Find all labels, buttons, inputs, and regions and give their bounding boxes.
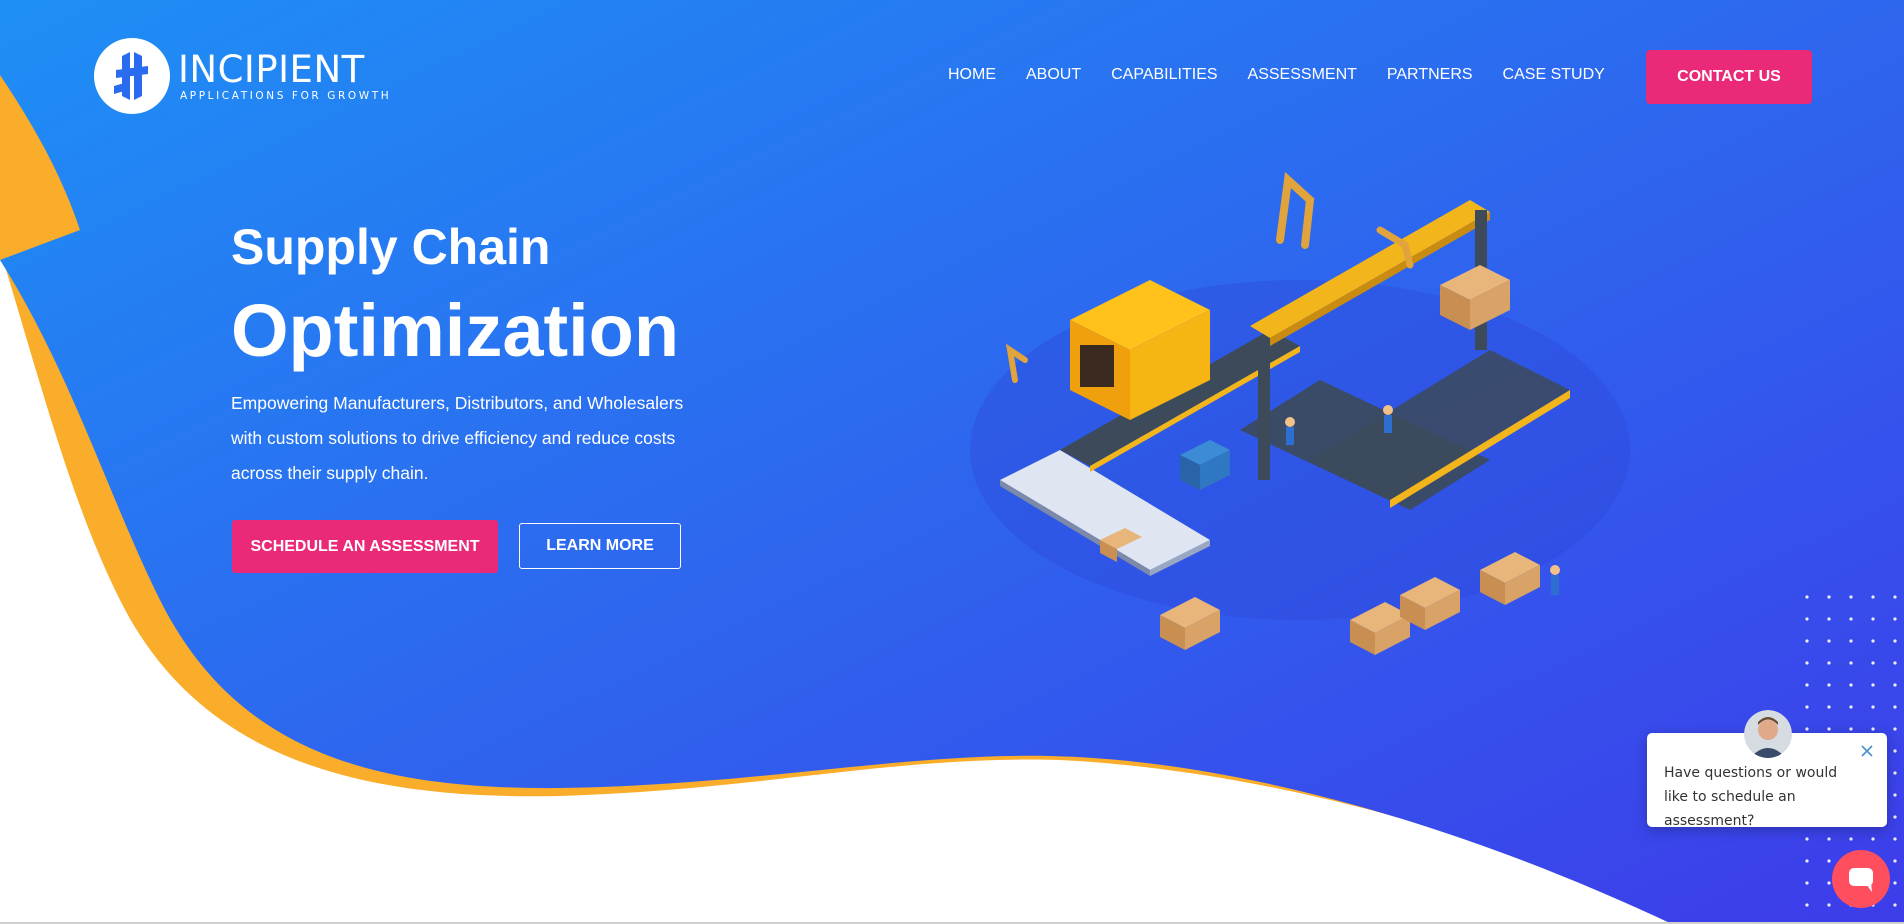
hero-description: Empowering Manufacturers, Distributors, … xyxy=(231,393,684,483)
logo-icon xyxy=(94,38,170,114)
learn-more-button[interactable]: LEARN MORE xyxy=(519,523,681,569)
factory-illustration xyxy=(970,171,1630,655)
hero-title: Optimization xyxy=(231,289,680,372)
chat-icon[interactable] xyxy=(1832,850,1890,908)
nav-partners[interactable]: PARTNERS xyxy=(1387,66,1473,84)
nav-case-study[interactable]: CASE STUDY xyxy=(1503,66,1605,84)
schedule-assessment-button[interactable]: SCHEDULE AN ASSESSMENT xyxy=(232,520,498,573)
nav-home[interactable]: HOME xyxy=(948,66,996,84)
brand-name: INCIPIENT xyxy=(178,47,365,91)
main-nav: HOME ABOUT CAPABILITIES ASSESSMENT PARTN… xyxy=(948,66,1635,84)
close-icon[interactable] xyxy=(1857,741,1877,761)
chat-message: Have questions or would like to schedule… xyxy=(1664,765,1838,829)
nav-assessment[interactable]: ASSESSMENT xyxy=(1248,66,1357,84)
brand-tagline: APPLICATIONS FOR GROWTH xyxy=(180,89,392,102)
avatar xyxy=(1744,710,1792,758)
nav-capabilities[interactable]: CAPABILITIES xyxy=(1111,66,1217,84)
logo[interactable]: INCIPIENT APPLICATIONS FOR GROWTH xyxy=(92,36,391,116)
contact-us-button[interactable]: CONTACT US xyxy=(1646,50,1812,104)
hero-subtitle: Supply Chain xyxy=(231,219,551,275)
nav-about[interactable]: ABOUT xyxy=(1026,66,1081,84)
